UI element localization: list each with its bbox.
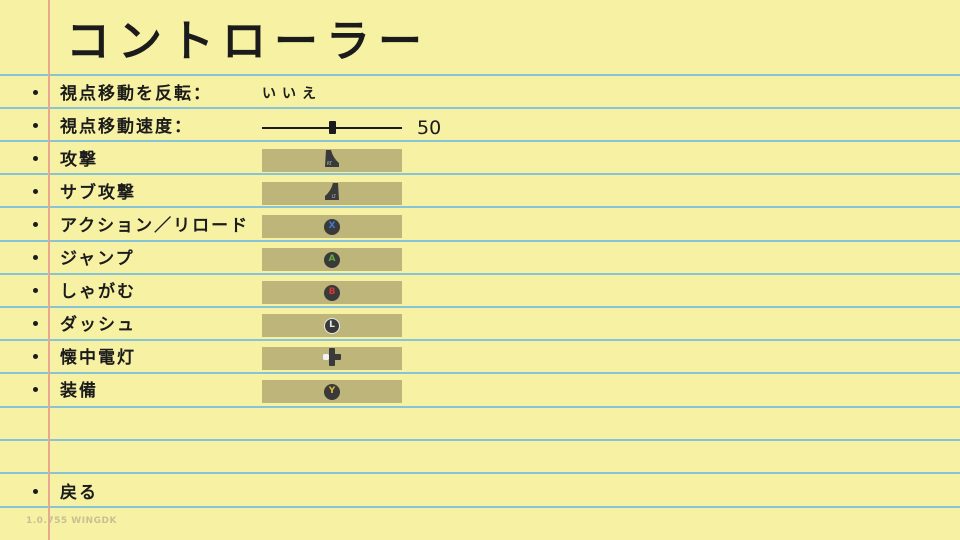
left-stick-icon: L <box>324 317 340 334</box>
setting-action-reload[interactable]: アクション／リロード X <box>0 210 960 243</box>
rule-line <box>0 74 960 76</box>
setting-attack[interactable]: 攻撃 RT <box>0 144 960 177</box>
rule-line <box>0 472 960 474</box>
action-reload-binding[interactable]: X <box>262 215 402 238</box>
b-button-icon: B <box>324 284 340 301</box>
bullet-icon <box>33 156 38 161</box>
setting-dash[interactable]: ダッシュ L <box>0 309 960 342</box>
jump-binding[interactable]: A <box>262 248 402 271</box>
bullet-icon <box>33 255 38 260</box>
crouch-binding[interactable]: B <box>262 281 402 304</box>
attack-binding[interactable]: RT <box>262 149 402 172</box>
page-title: コントローラー <box>66 16 430 67</box>
setting-camera-speed[interactable]: 視点移動速度： 50 <box>0 111 960 144</box>
setting-label: しゃがむ <box>60 282 136 302</box>
setting-label: 視点移動速度： <box>60 117 193 137</box>
bullet-icon <box>33 189 38 194</box>
bullet-icon <box>33 90 38 95</box>
camera-speed-value: 50 <box>417 117 442 139</box>
bullet-icon <box>33 489 38 494</box>
dash-binding[interactable]: L <box>262 314 402 337</box>
sub-attack-binding[interactable]: LT <box>262 182 402 205</box>
equipment-binding[interactable]: Y <box>262 380 402 403</box>
setting-label: サブ攻撃 <box>60 183 136 203</box>
setting-label: ジャンプ <box>60 249 135 269</box>
setting-sub-attack[interactable]: サブ攻撃 LT <box>0 177 960 210</box>
rt-trigger-icon: RT <box>322 149 342 173</box>
setting-flashlight[interactable]: 懐中電灯 <box>0 342 960 375</box>
back-label: 戻る <box>60 483 98 503</box>
setting-label: ダッシュ <box>60 315 136 335</box>
lt-trigger-icon: LT <box>322 182 342 206</box>
y-button-icon: Y <box>324 383 340 400</box>
setting-jump[interactable]: ジャンプ A <box>0 243 960 276</box>
bullet-icon <box>33 321 38 326</box>
setting-label: 装備 <box>60 381 98 401</box>
bullet-icon <box>33 387 38 392</box>
svg-text:LT: LT <box>332 194 337 199</box>
bullet-icon <box>33 354 38 359</box>
bullet-icon <box>33 288 38 293</box>
setting-equipment[interactable]: 装備 Y <box>0 375 960 408</box>
setting-invert-camera[interactable]: 視点移動を反転： いいえ <box>0 78 960 111</box>
setting-label: 攻撃 <box>60 150 98 170</box>
version-label: 1.0.755 WINGDK <box>26 516 117 526</box>
back-button[interactable]: 戻る <box>0 477 960 510</box>
camera-speed-slider-thumb[interactable] <box>329 121 336 134</box>
x-button-icon: X <box>324 218 340 235</box>
flashlight-binding[interactable] <box>262 347 402 370</box>
setting-label: アクション／リロード <box>60 216 250 236</box>
rule-line <box>0 439 960 441</box>
setting-label: 懐中電灯 <box>60 348 136 368</box>
setting-crouch[interactable]: しゃがむ B <box>0 276 960 309</box>
bullet-icon <box>33 123 38 128</box>
setting-label: 視点移動を反転： <box>60 84 212 104</box>
a-button-icon: A <box>324 251 340 268</box>
invert-camera-value[interactable]: いいえ <box>262 84 322 104</box>
bullet-icon <box>33 222 38 227</box>
dpad-left-icon <box>322 347 342 371</box>
svg-text:RT: RT <box>327 161 332 166</box>
